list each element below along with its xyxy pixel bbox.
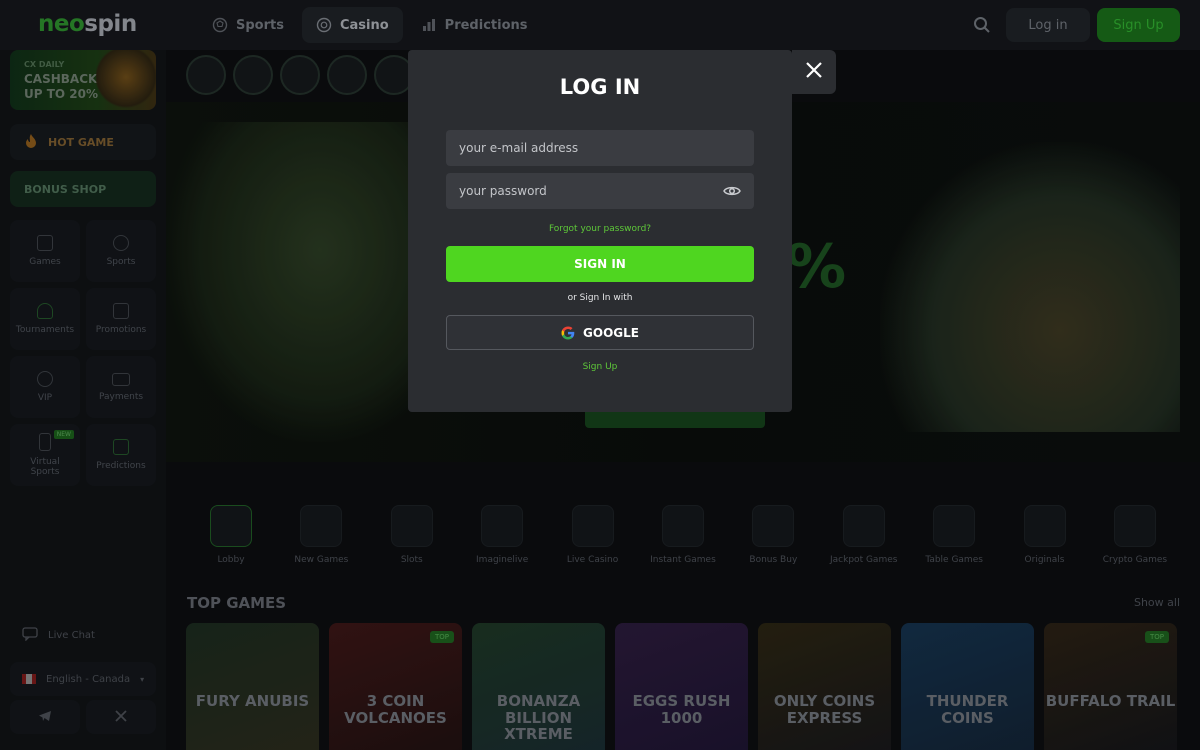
eye-icon[interactable]	[722, 183, 742, 199]
google-sign-in-button[interactable]: GOOGLE	[446, 315, 754, 350]
close-icon	[805, 61, 823, 83]
login-modal: LOG IN Forgot your password? SIGN IN or …	[408, 50, 792, 412]
forgot-password-link[interactable]: Forgot your password?	[408, 224, 792, 234]
google-icon	[561, 326, 575, 340]
sign-in-button[interactable]: SIGN IN	[446, 246, 754, 282]
or-sign-in-with-label: or Sign In with	[567, 293, 633, 303]
password-field[interactable]	[446, 173, 754, 209]
sign-up-link[interactable]: Sign Up	[408, 362, 792, 372]
close-button[interactable]	[792, 50, 836, 94]
google-label: GOOGLE	[583, 325, 639, 340]
modal-title: LOG IN	[559, 75, 641, 99]
email-field[interactable]	[446, 130, 754, 166]
